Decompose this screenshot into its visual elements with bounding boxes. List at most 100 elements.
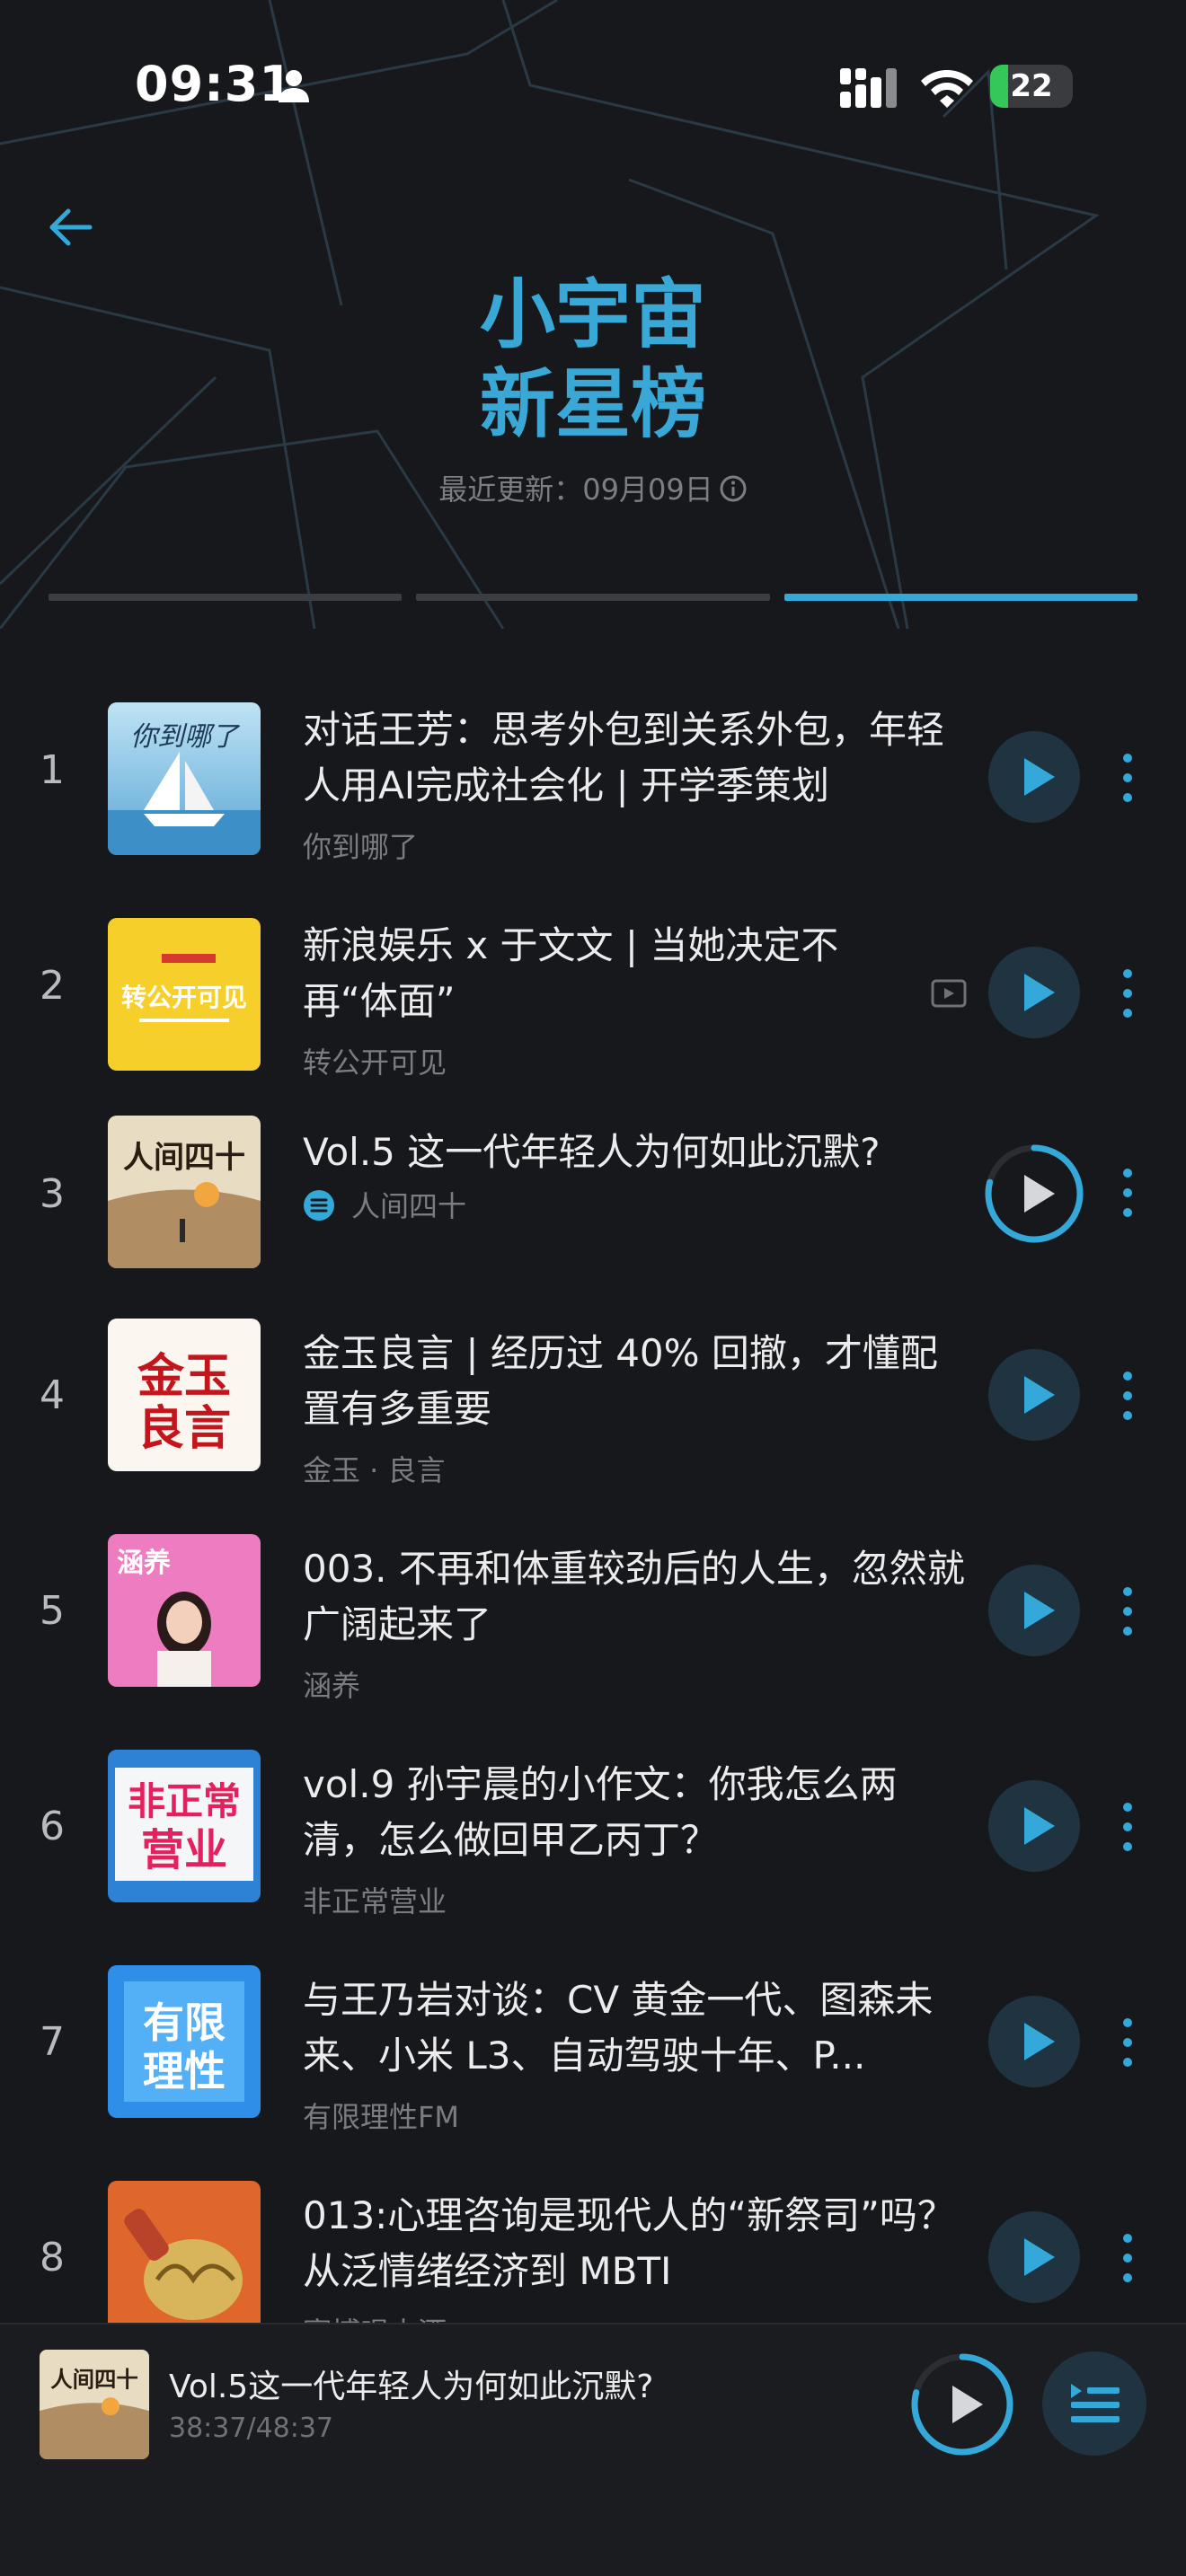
person-icon: [279, 70, 309, 102]
podcast-name[interactable]: 你到哪了: [303, 825, 418, 866]
rank-number: 4: [40, 1372, 65, 1418]
play-button[interactable]: [988, 947, 1080, 1038]
podcast-name-text: 人间四十: [351, 1189, 467, 1223]
rank-number: 3: [40, 1171, 65, 1217]
play-button[interactable]: [988, 1349, 1080, 1441]
podcast-name[interactable]: 人间四十: [303, 1184, 466, 1225]
play-icon: [1024, 1592, 1055, 1629]
rank-number: 8: [40, 2235, 65, 2280]
play-icon: [1024, 1175, 1055, 1213]
svg-text:金玉: 金玉: [137, 1350, 231, 1404]
mini-player-play-button[interactable]: [909, 2351, 1015, 2457]
episode-title[interactable]: 013:心理咨询是现代人的“新祭司”吗？从泛情绪经济到 MBTI: [303, 2188, 968, 2299]
tab-1[interactable]: [49, 594, 403, 601]
mini-player-cover: 人间四十: [40, 2350, 149, 2459]
episode-title-text: 013:心理咨询是现代人的“新祭司”吗？从泛情绪经济到 MBTI: [303, 2193, 955, 2293]
play-progress-button[interactable]: [983, 1142, 1085, 1245]
back-arrow-icon[interactable]: [47, 203, 95, 251]
play-button[interactable]: [988, 2211, 1080, 2303]
rank-number: 2: [40, 963, 65, 1009]
more-options-icon[interactable]: [1114, 2231, 1141, 2285]
playlist-button[interactable]: [1042, 2351, 1146, 2456]
cover-text: 你到哪了: [130, 721, 241, 753]
episode-title[interactable]: Vol.5 这一代年轻人为何如此沉默?: [303, 1125, 968, 1180]
podcast-name[interactable]: 金玉 · 良言: [303, 1448, 446, 1489]
podcast-cover: [108, 2181, 261, 2323]
svg-text:有限: 有限: [143, 1998, 226, 2047]
list-item[interactable]: 3 人间四十 Vol.5 这一代年轻人为何如此沉默? 人间四十: [0, 1116, 1186, 1295]
podcast-cover: 转公开可见: [108, 918, 261, 1071]
rank-number: 7: [40, 2019, 65, 2065]
podcast-cover: 涵养: [108, 1534, 261, 1687]
play-icon: [1024, 758, 1055, 796]
list-item[interactable]: 6 非正常 营业 vol.9 孙宇晨的小作文：你我怎么两清，怎么做回甲乙丙丁？ …: [0, 1746, 1186, 1926]
play-button[interactable]: [988, 1565, 1080, 1656]
chart-tabs: [49, 594, 1137, 603]
episode-title[interactable]: 与王乃岩对谈：CV 黄金一代、图森未来、小米 L3、自动驾驶十年、P...: [303, 1972, 968, 2084]
cellular-signal-icon: [840, 68, 897, 108]
episode-title[interactable]: 003. 不再和体重较劲后的人生，忽然就广阔起来了: [303, 1541, 968, 1653]
last-updated: 最近更新：09月09日: [0, 467, 1186, 508]
last-updated-text: 最近更新：09月09日: [438, 472, 713, 507]
rank-number: 5: [40, 1588, 65, 1634]
list-item[interactable]: 5 涵养 003. 不再和体重较劲后的人生，忽然就广阔起来了 涵养: [0, 1531, 1186, 1710]
page-title-line1: 小宇宙: [479, 270, 706, 358]
podcast-name[interactable]: 有限理性FM: [303, 2095, 459, 2136]
page-title: 小宇宙 新星榜: [0, 269, 1186, 449]
play-button[interactable]: [988, 731, 1080, 823]
playlist-icon: [1071, 2384, 1120, 2422]
tab-2[interactable]: [416, 594, 770, 601]
podcast-cover: 有限 理性: [108, 1965, 261, 2118]
episode-title-text: 003. 不再和体重较劲后的人生，忽然就广阔起来了: [303, 1547, 965, 1646]
mini-player[interactable]: 人间四十 Vol.5这一代年轻人为何如此沉默? 38:37/48:37: [0, 2323, 1186, 2576]
more-options-icon[interactable]: [1114, 1584, 1141, 1638]
podcast-name[interactable]: 赛博唱大酒: [303, 2310, 447, 2323]
svg-text:理性: 理性: [143, 2047, 226, 2095]
svg-text:非正常: 非正常: [128, 1779, 241, 1823]
rank-number: 6: [40, 1804, 65, 1849]
podcast-cover: 你到哪了: [108, 702, 261, 855]
podcast-cover: 人间四十: [108, 1116, 261, 1268]
play-icon: [1024, 2238, 1055, 2276]
playing-list-icon: [304, 1190, 334, 1221]
list-item[interactable]: 7 有限 理性 与王乃岩对谈：CV 黄金一代、图森未来、小米 L3、自动驾驶十年…: [0, 1962, 1186, 2141]
info-icon[interactable]: [719, 474, 748, 503]
more-options-icon[interactable]: [1114, 2016, 1141, 2069]
podcast-cover: 金玉 良言: [108, 1319, 261, 1471]
podcast-name[interactable]: 转公开可见: [303, 1040, 447, 1081]
wifi-icon: [921, 70, 973, 108]
more-options-icon[interactable]: [1114, 1800, 1141, 1854]
more-options-icon[interactable]: [1114, 1369, 1141, 1423]
tab-3[interactable]: [783, 594, 1137, 601]
podcast-cover: 非正常 营业: [108, 1750, 261, 1902]
svg-text:营业: 营业: [141, 1825, 227, 1875]
play-button[interactable]: [988, 1996, 1080, 2087]
more-options-icon[interactable]: [1114, 966, 1141, 1020]
play-icon: [952, 2386, 983, 2423]
list-item[interactable]: 4 金玉 良言 金玉良言 | 经历过 40% 回撤，才懂配置有多重要 金玉 · …: [0, 1315, 1186, 1495]
mini-player-time: 38:37/48:37: [169, 2413, 334, 2444]
cover-text: 转公开可见: [121, 983, 247, 1012]
list-item[interactable]: 8 013:心理咨询是现代人的“新祭司”吗？从泛情绪经济到 MBTI 赛博唱大酒: [0, 2177, 1186, 2323]
episode-title-text: 对话王芳：思考外包到关系外包，年轻人用AI完成社会化 | 开学季策划: [303, 708, 945, 807]
list-item[interactable]: 1 你到哪了 对话王芳：思考外包到关系外包，年轻人用AI完成社会化 | 开学季策…: [0, 684, 1186, 864]
list-item[interactable]: 2 转公开可见 新浪娱乐 x 于文文 | 当她决定不再“体面” 转公开可见: [0, 900, 1186, 1080]
play-button[interactable]: [988, 1780, 1080, 1872]
cover-text: 人间四十: [50, 2367, 138, 2393]
episode-title-text: 金玉良言 | 经历过 40% 回撤，才懂配置有多重要: [303, 1331, 938, 1431]
episode-list: 1 你到哪了 对话王芳：思考外包到关系外包，年轻人用AI完成社会化 | 开学季策…: [0, 666, 1186, 2323]
episode-title[interactable]: 对话王芳：思考外包到关系外包，年轻人用AI完成社会化 | 开学季策划: [303, 702, 968, 814]
podcast-name[interactable]: 非正常营业: [303, 1879, 447, 1920]
episode-title[interactable]: 金玉良言 | 经历过 40% 回撤，才懂配置有多重要: [303, 1326, 968, 1437]
video-icon: [931, 979, 967, 1008]
more-options-icon[interactable]: [1114, 751, 1141, 805]
episode-title[interactable]: vol.9 孙宇晨的小作文：你我怎么两清，怎么做回甲乙丙丁？: [303, 1757, 968, 1868]
episode-title-text: 与王乃岩对谈：CV 黄金一代、图森未来、小米 L3、自动驾驶十年、P...: [303, 1978, 934, 2078]
podcast-name[interactable]: 涵养: [303, 1663, 360, 1705]
more-options-icon[interactable]: [1114, 1166, 1141, 1220]
svg-text:良言: 良言: [137, 1402, 231, 1456]
episode-title[interactable]: 新浪娱乐 x 于文文 | 当她决定不再“体面”: [303, 918, 923, 1029]
episode-title-text: vol.9 孙宇晨的小作文：你我怎么两清，怎么做回甲乙丙丁？: [303, 1762, 898, 1862]
mini-player-title: Vol.5这一代年轻人为何如此沉默?: [169, 2369, 654, 2405]
battery-indicator: 22: [990, 65, 1073, 108]
